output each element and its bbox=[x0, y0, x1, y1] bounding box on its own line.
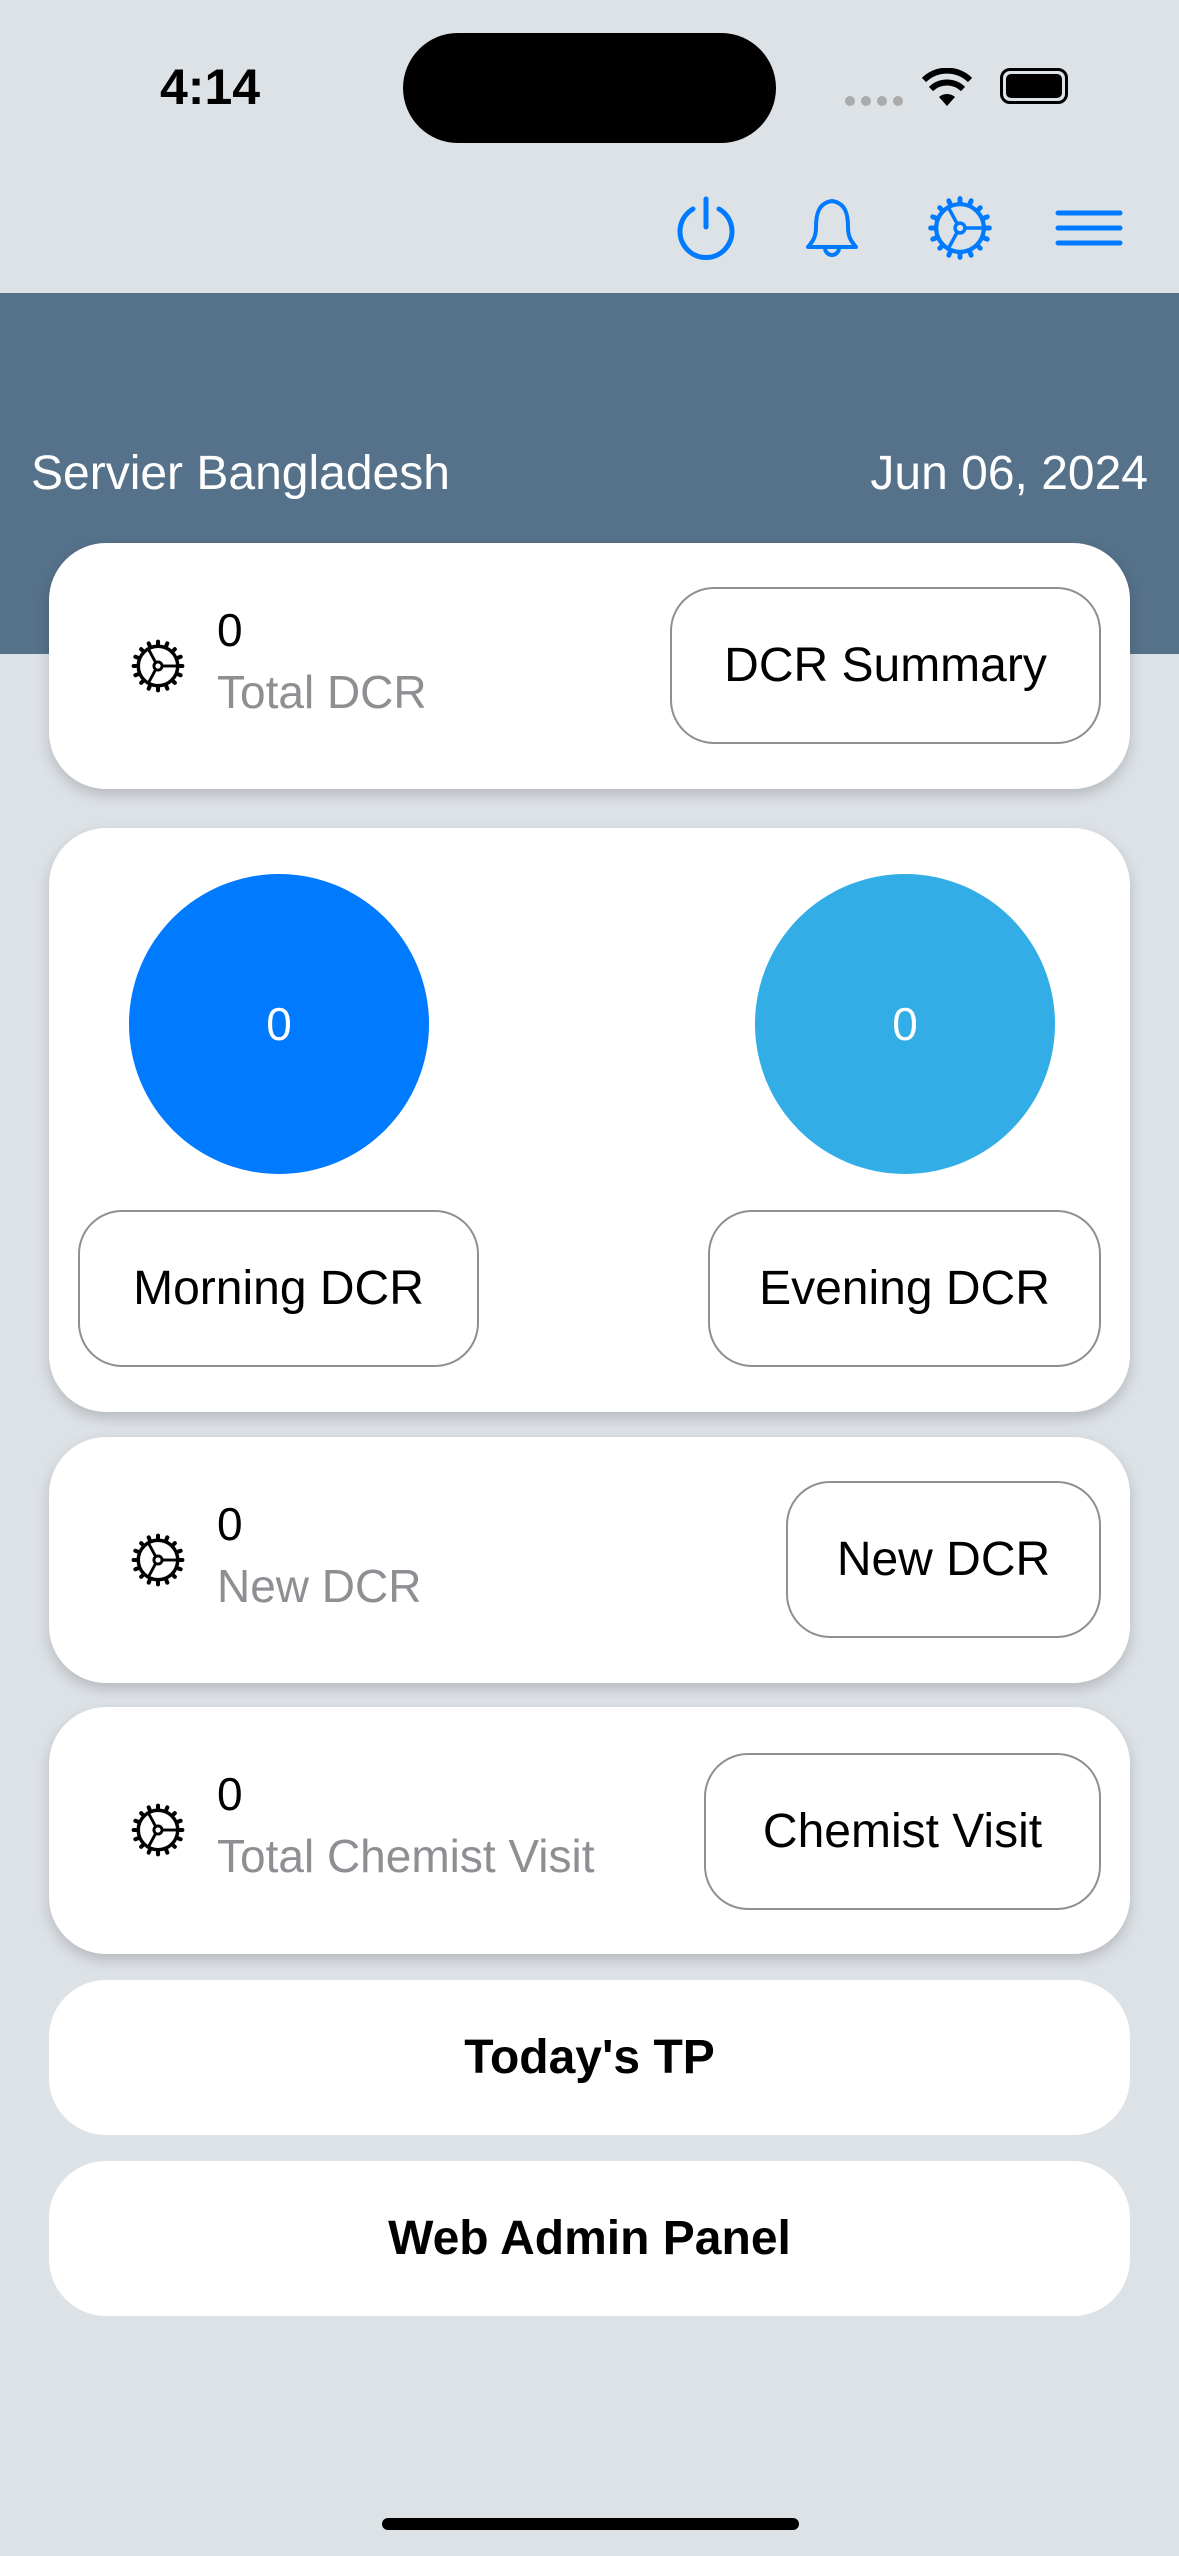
chemist-visit-button[interactable]: Chemist Visit bbox=[704, 1753, 1101, 1910]
todays-tp-button[interactable]: Today's TP bbox=[49, 1980, 1130, 2135]
current-date: Jun 06, 2024 bbox=[870, 447, 1148, 500]
morning-dcr-button[interactable]: Morning DCR bbox=[78, 1210, 479, 1367]
total-dcr-label: Total DCR bbox=[217, 666, 427, 718]
total-dcr-card: 0 Total DCR DCR Summary bbox=[49, 543, 1130, 789]
evening-count-circle: 0 bbox=[755, 874, 1055, 1174]
total-dcr-value: 0 bbox=[217, 604, 243, 656]
web-admin-panel-button[interactable]: Web Admin Panel bbox=[49, 2161, 1130, 2316]
evening-dcr-button[interactable]: Evening DCR bbox=[708, 1210, 1101, 1367]
chemist-visit-value: 0 bbox=[217, 1768, 243, 1820]
dynamic-island bbox=[403, 33, 776, 143]
battery-icon bbox=[1000, 68, 1068, 104]
home-indicator[interactable] bbox=[382, 2518, 799, 2530]
power-icon[interactable] bbox=[671, 193, 741, 263]
new-dcr-card: 0 New DCR New DCR bbox=[49, 1437, 1130, 1683]
company-name: Servier Bangladesh bbox=[31, 447, 450, 500]
morning-count-circle: 0 bbox=[129, 874, 429, 1174]
menu-icon[interactable] bbox=[1054, 193, 1124, 263]
signal-icon bbox=[845, 96, 903, 106]
status-time: 4:14 bbox=[160, 59, 261, 115]
gear-icon bbox=[129, 637, 187, 695]
gear-icon bbox=[129, 1531, 187, 1589]
gear-icon[interactable] bbox=[925, 193, 995, 263]
wifi-icon bbox=[922, 68, 972, 106]
gear-icon bbox=[129, 1801, 187, 1859]
new-dcr-label: New DCR bbox=[217, 1560, 422, 1612]
chemist-visit-label: Total Chemist Visit bbox=[217, 1830, 595, 1882]
shift-card: 0 0 Morning DCR Evening DCR bbox=[49, 828, 1130, 1412]
new-dcr-button[interactable]: New DCR bbox=[786, 1481, 1101, 1638]
bell-icon[interactable] bbox=[797, 193, 867, 263]
new-dcr-value: 0 bbox=[217, 1498, 243, 1550]
chemist-visit-card: 0 Total Chemist Visit Chemist Visit bbox=[49, 1707, 1130, 1954]
dcr-summary-button[interactable]: DCR Summary bbox=[670, 587, 1101, 744]
